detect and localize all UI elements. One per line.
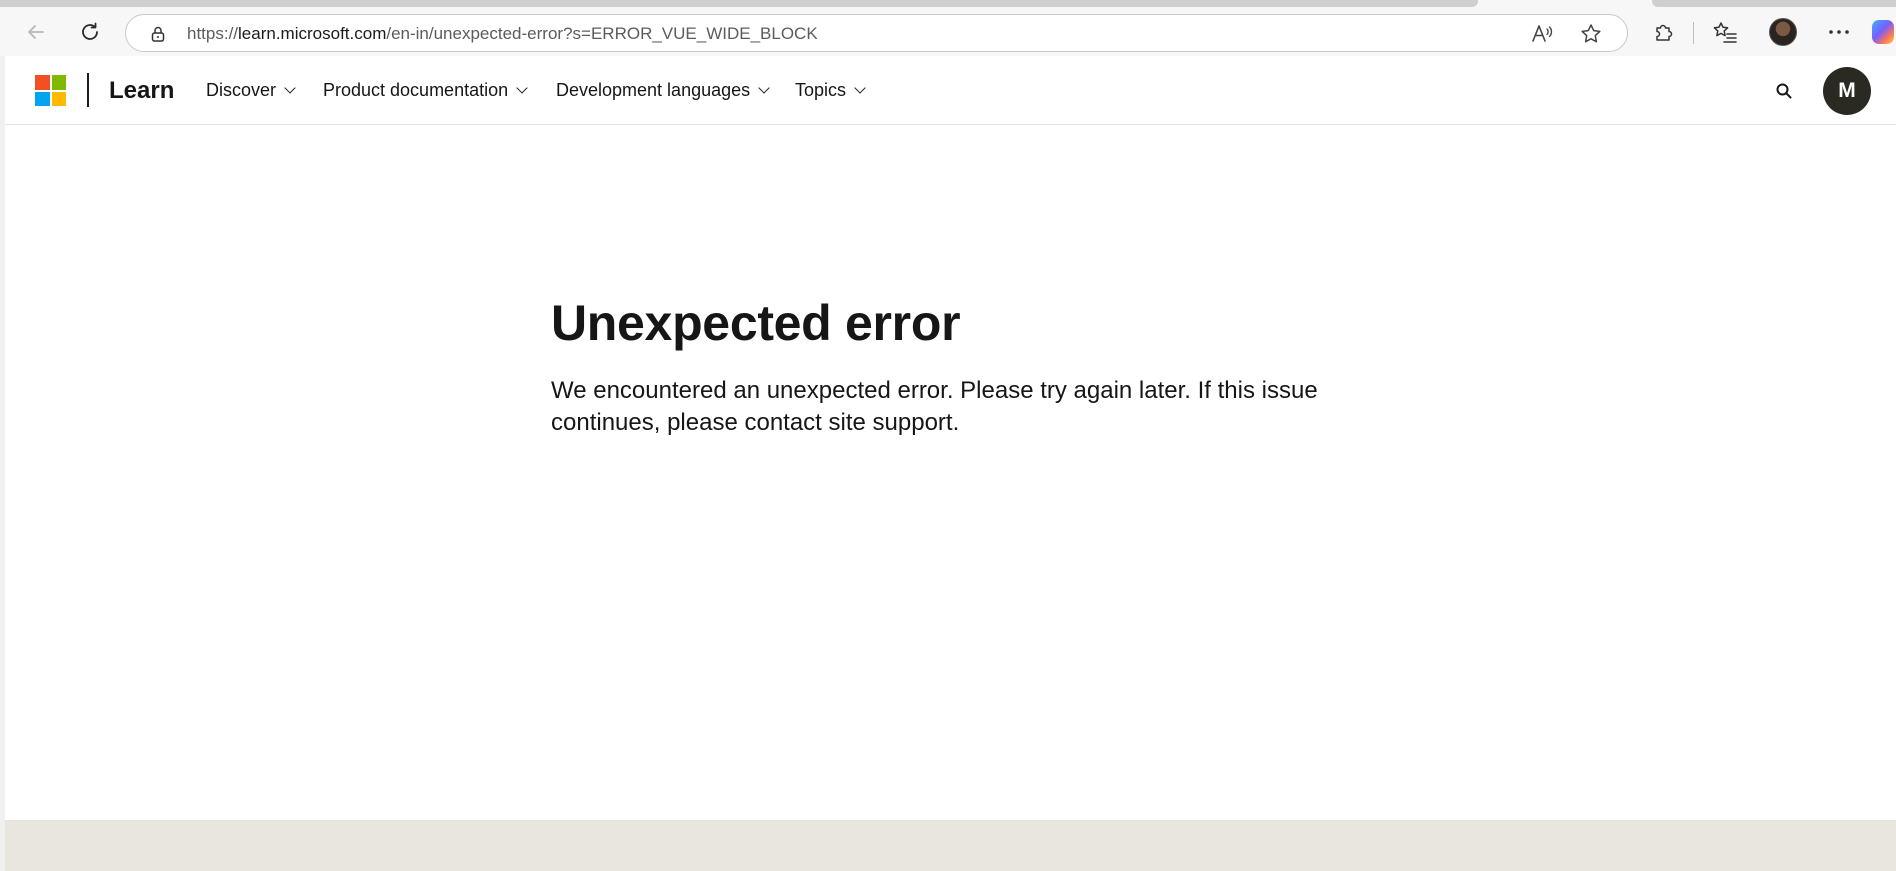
tab-strip-edge-right [1652,0,1896,7]
favorites-button[interactable] [1706,14,1744,50]
logo-divider [87,73,89,107]
chevron-down-icon [516,82,528,94]
lock-icon [151,26,165,42]
url-host: learn.microsoft.com [238,24,387,43]
chevron-down-icon [854,82,866,94]
nav-label: Discover [206,80,277,100]
error-message: We encountered an unexpected error. Plea… [551,377,1318,436]
toolbar-divider [1693,22,1694,44]
more-button[interactable] [1820,14,1858,50]
favorites-list-icon [1713,22,1737,43]
search-button[interactable] [1771,78,1797,104]
error-content: Unexpected error We encountered an unexp… [551,296,1371,439]
logo-square-red [35,75,50,90]
copilot-icon [1872,20,1894,44]
site-header: Learn Discover Product documentation Dev… [5,56,1896,125]
nav-development-languages[interactable]: Development languages [556,80,770,101]
nav-label: Product documentation [323,80,509,100]
search-icon [1776,83,1792,99]
profile-picture [1769,18,1797,46]
brand-link[interactable]: Learn [109,77,174,105]
footer-band [5,820,1896,871]
nav-label: Topics [795,80,847,100]
url-path: /en-in/unexpected-error?s=ERROR_VUE_WIDE… [386,24,818,43]
puzzle-icon [1656,24,1673,41]
refresh-button[interactable] [70,14,110,50]
address-bar[interactable]: https://learn.microsoft.com/en-in/unexpe… [125,14,1628,52]
browser-chrome: https://learn.microsoft.com/en-in/unexpe… [0,0,1896,56]
copilot-button[interactable] [1872,14,1896,50]
extensions-button[interactable] [1645,14,1683,50]
star-icon [1581,24,1601,43]
logo-square-yellow [51,91,66,106]
back-arrow-icon [28,25,44,39]
chevron-down-icon [284,82,296,94]
microsoft-logo[interactable] [35,75,66,106]
site-info-button[interactable] [148,24,168,44]
back-button[interactable] [16,14,56,50]
nav-label: Development languages [556,80,751,100]
logo-square-green [51,75,66,90]
favorite-button[interactable] [1578,22,1604,46]
logo-square-blue [35,91,50,106]
read-aloud-button[interactable] [1529,22,1555,46]
user-avatar[interactable]: M [1823,67,1871,115]
more-ellipsis-icon [1829,30,1849,34]
url-scheme: https:// [187,24,239,43]
page-title: Unexpected error [551,295,961,351]
tab-strip-edge [0,0,1478,7]
profile-button[interactable] [1764,14,1802,50]
page-viewport: Learn Discover Product documentation Dev… [0,56,1896,871]
url-text[interactable]: https://learn.microsoft.com/en-in/unexpe… [187,24,818,44]
nav-product-documentation[interactable]: Product documentation [323,80,528,101]
read-aloud-icon [1532,25,1553,42]
nav-discover[interactable]: Discover [206,80,296,101]
refresh-icon [82,22,98,40]
chevron-down-icon [758,82,770,94]
nav-topics[interactable]: Topics [795,80,866,101]
